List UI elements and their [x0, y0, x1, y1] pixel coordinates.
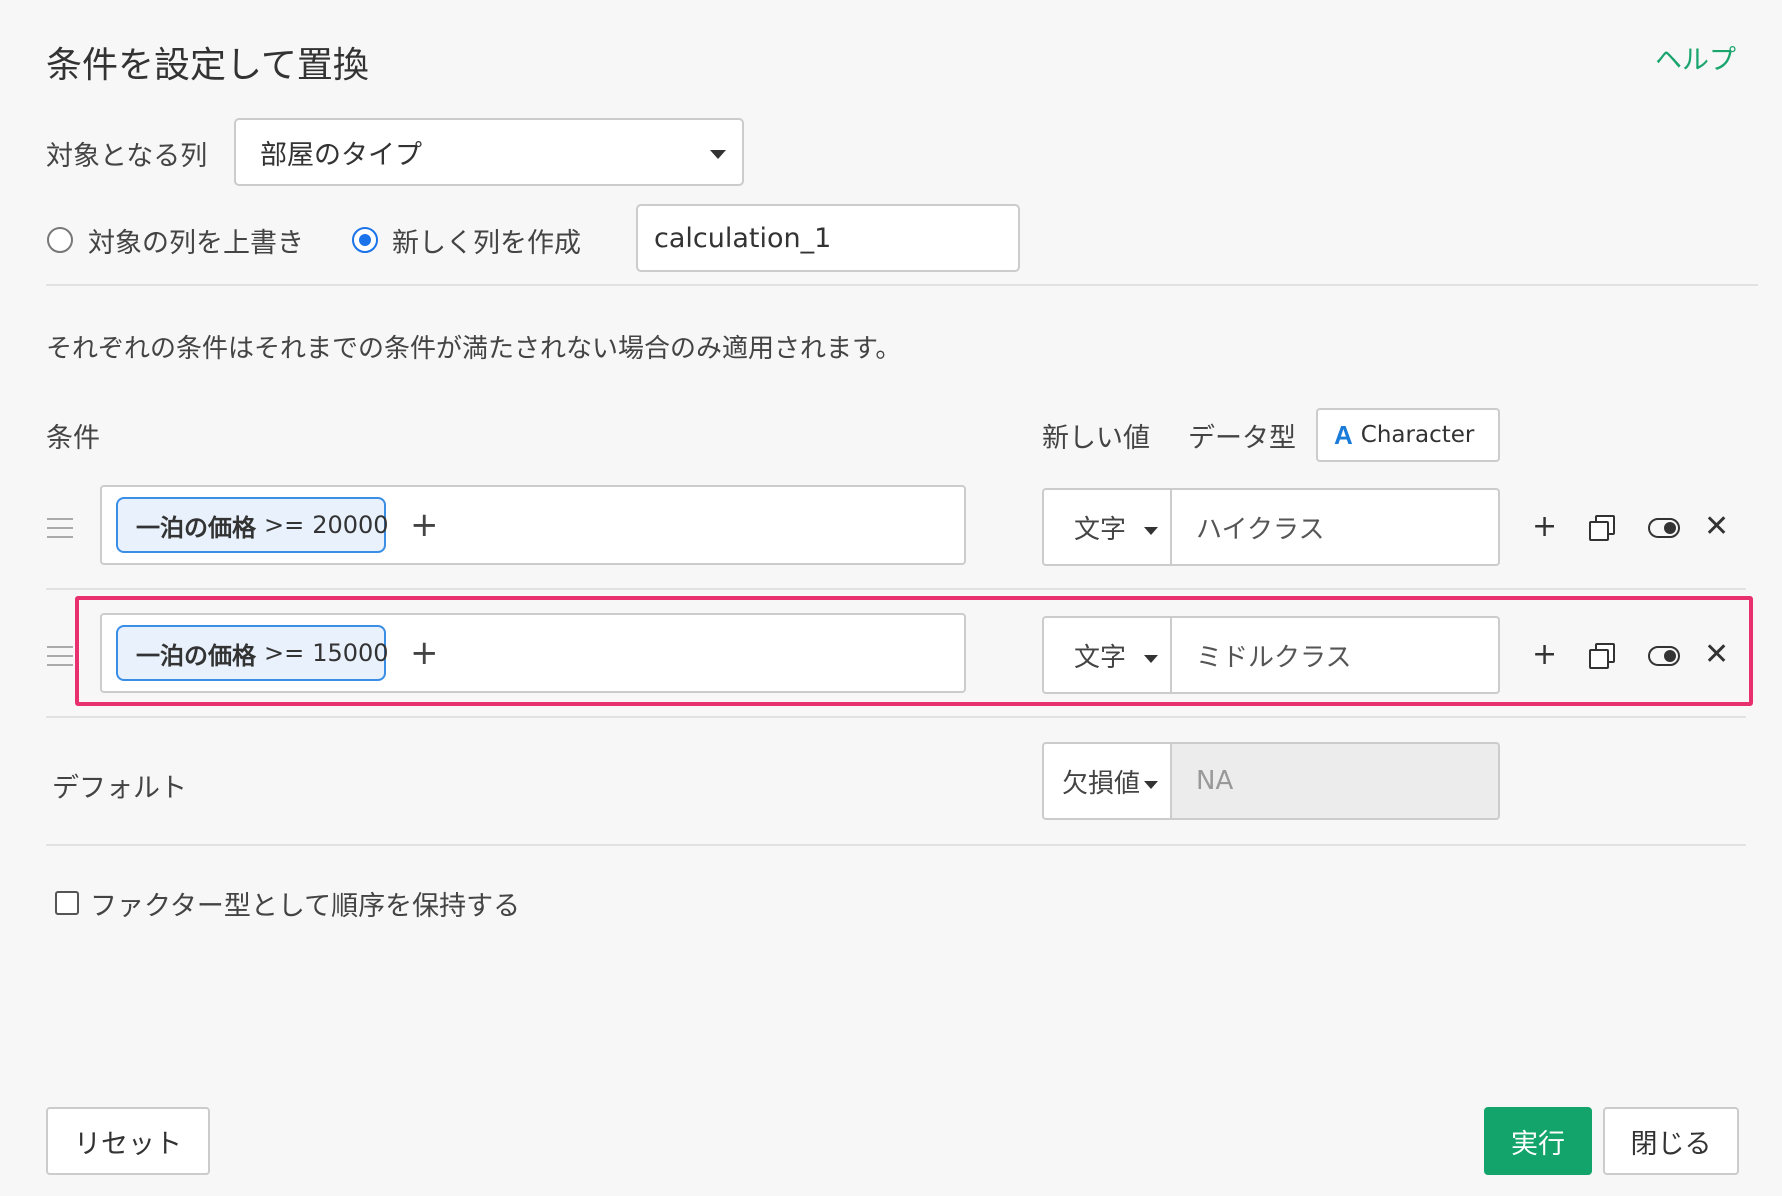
plus-icon[interactable]: + — [1532, 512, 1557, 542]
divider — [46, 716, 1746, 718]
value-type-label: 文字 — [1074, 642, 1127, 673]
add-condition-button[interactable]: + — [410, 508, 439, 542]
data-type-value: Character — [1360, 422, 1475, 448]
condition-note: それぞれの条件はそれまでの条件が満たされない場合のみ適用されます。 — [46, 334, 902, 364]
default-value-input: NA — [1172, 742, 1500, 820]
condition-operator: >= — [264, 639, 305, 667]
help-link[interactable]: ヘルプ — [1655, 38, 1736, 77]
character-type-icon: A — [1334, 419, 1353, 450]
condition-value: 15000 — [312, 639, 389, 667]
dialog-title: 条件を設定して置換 — [46, 45, 369, 86]
chevron-down-icon — [1144, 781, 1158, 789]
condition-column: 一泊の価格 — [136, 513, 256, 542]
close-icon[interactable]: ✕ — [1704, 640, 1729, 670]
drag-handle-icon[interactable] — [47, 518, 73, 538]
divider — [46, 588, 1746, 590]
data-type-header: データ型 — [1188, 423, 1296, 454]
value-type-select[interactable]: 文字 — [1042, 616, 1172, 694]
new-column-name-input[interactable]: calculation_1 — [636, 204, 1020, 272]
divider — [46, 844, 1746, 846]
condition-chip[interactable]: 一泊の価格 >= 15000 — [116, 625, 389, 681]
data-type-button[interactable]: A Character — [1316, 408, 1500, 462]
target-column-select[interactable]: 部屋のタイプ — [234, 118, 744, 186]
copy-icon[interactable] — [1589, 515, 1615, 541]
run-button[interactable]: 実行 — [1484, 1107, 1592, 1175]
target-column-value: 部屋のタイプ — [260, 139, 422, 171]
toggle-icon[interactable] — [1648, 518, 1680, 538]
value-type-label: 文字 — [1074, 514, 1127, 545]
target-column-label: 対象となる列 — [46, 141, 208, 172]
add-condition-button[interactable]: + — [410, 636, 439, 670]
chevron-down-icon — [710, 150, 726, 159]
new-column-radio[interactable] — [352, 227, 378, 253]
new-column-label: 新しく列を作成 — [392, 228, 581, 259]
overwrite-label: 対象の列を上書き — [88, 228, 304, 259]
close-icon[interactable]: ✕ — [1704, 512, 1729, 542]
default-type-select[interactable]: 欠損値 — [1042, 742, 1172, 820]
divider — [46, 284, 1758, 286]
plus-icon[interactable]: + — [1532, 640, 1557, 670]
toggle-icon[interactable] — [1648, 646, 1680, 666]
new-value-input[interactable]: ミドルクラス — [1172, 616, 1500, 694]
chevron-down-icon — [1144, 527, 1158, 535]
factor-checkbox[interactable] — [55, 891, 79, 915]
copy-icon[interactable] — [1589, 643, 1615, 669]
drag-handle-icon[interactable] — [47, 646, 73, 666]
new-value-header: 新しい値 — [1042, 423, 1150, 454]
condition-value: 20000 — [312, 511, 389, 539]
close-button[interactable]: 閉じる — [1603, 1107, 1739, 1175]
condition-chip[interactable]: 一泊の価格 >= 20000 — [116, 497, 389, 553]
value-type-select[interactable]: 文字 — [1042, 488, 1172, 566]
condition-column: 一泊の価格 — [136, 641, 256, 670]
overwrite-radio[interactable] — [47, 227, 73, 253]
chevron-down-icon — [1144, 655, 1158, 663]
factor-label: ファクター型として順序を保持する — [90, 891, 521, 922]
condition-header: 条件 — [46, 423, 100, 454]
reset-button[interactable]: リセット — [46, 1107, 210, 1175]
condition-operator: >= — [264, 511, 305, 539]
new-value-input[interactable]: ハイクラス — [1172, 488, 1500, 566]
default-type-label: 欠損値 — [1062, 768, 1141, 799]
default-label: デフォルト — [52, 773, 187, 804]
